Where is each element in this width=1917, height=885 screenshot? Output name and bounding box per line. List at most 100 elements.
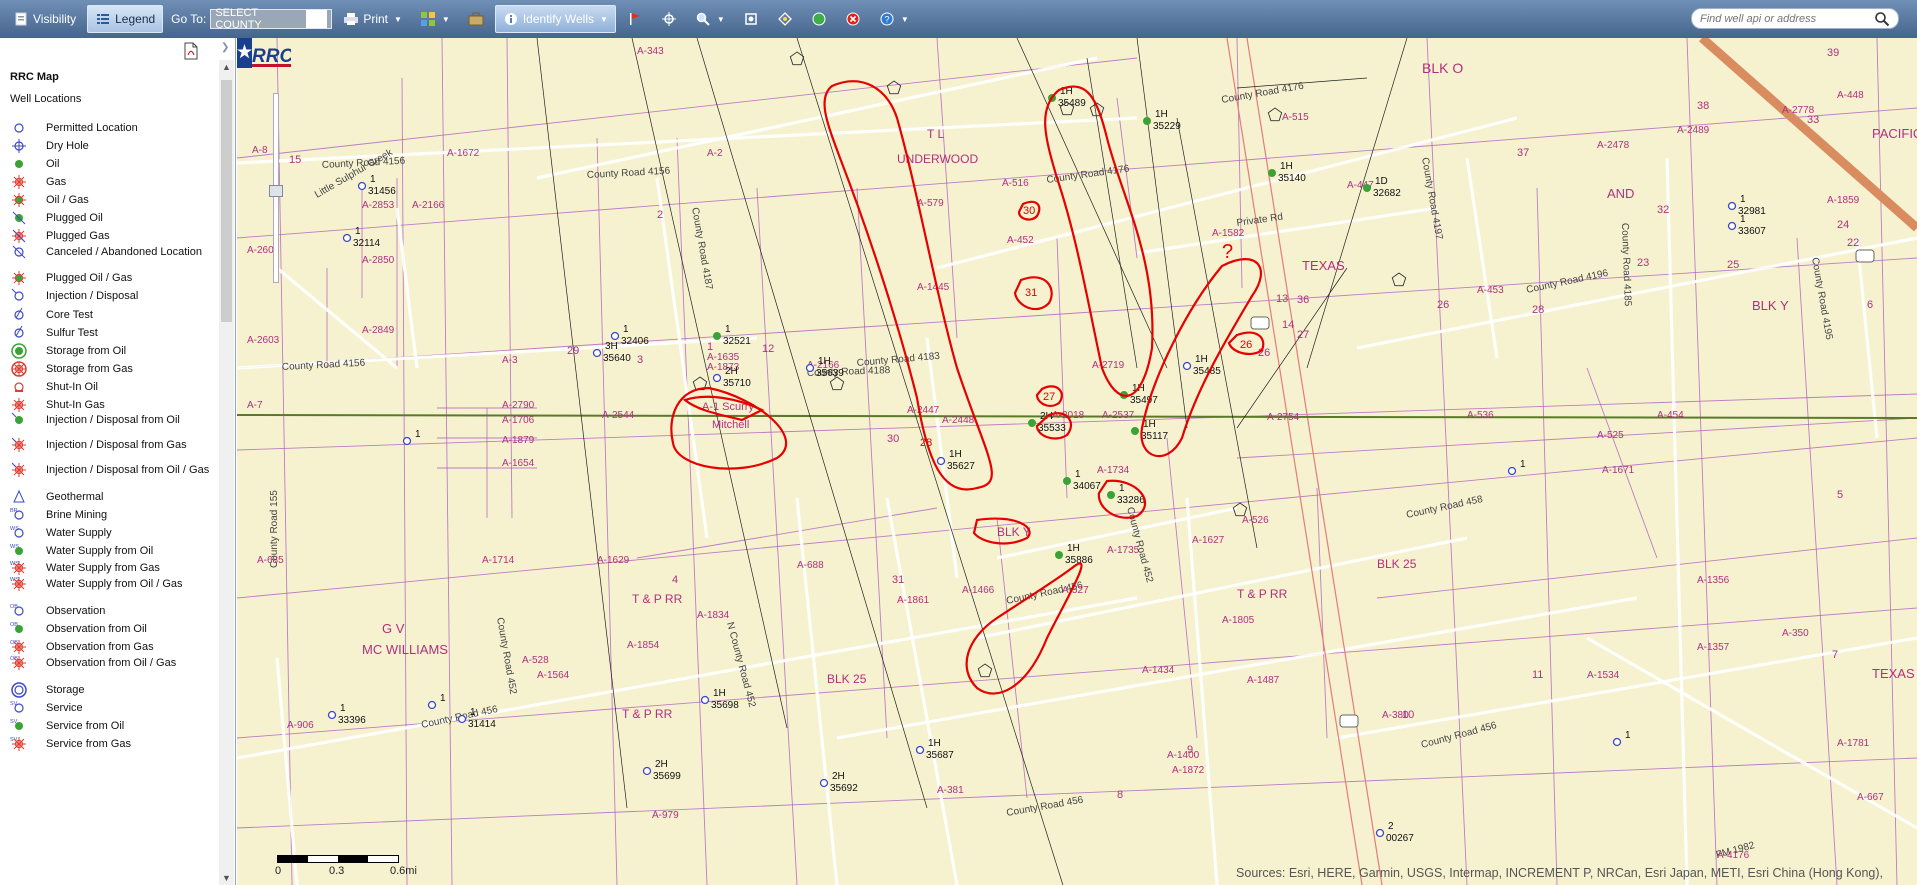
well-label: 1 — [1075, 469, 1081, 480]
well-label: 3H — [605, 341, 618, 352]
zoom-button[interactable]: ▼ — [688, 5, 732, 33]
locate-button[interactable] — [770, 5, 800, 33]
section-number: 26 — [1258, 347, 1270, 359]
well-label: 1H — [818, 356, 831, 367]
visibility-button[interactable]: Visibility — [6, 5, 83, 33]
clear-button[interactable] — [838, 5, 868, 33]
permitted-well-marker — [457, 714, 467, 724]
permitted-well-marker — [1612, 737, 1622, 747]
observation-icon: OB — [10, 602, 28, 620]
survey-label: A-343 — [637, 46, 664, 57]
legend-scrollbar-thumb[interactable] — [221, 80, 232, 322]
legend-item-label: Plugged Oil — [46, 212, 103, 224]
storage-oil-icon — [10, 342, 28, 360]
red-annotation-text: 31 — [1025, 287, 1037, 299]
section-number: 25 — [1727, 259, 1739, 271]
section-number: 32 — [1657, 204, 1669, 216]
survey-label: A-7 — [247, 400, 263, 411]
survey-label: A-515 — [1282, 112, 1309, 123]
road — [1185, 497, 1219, 885]
legend-item-label: Permitted Location — [46, 122, 138, 134]
flag-button[interactable] — [620, 5, 650, 33]
well-label: 2H — [655, 759, 668, 770]
collapse-panel-icon[interactable]: ❯ — [221, 42, 229, 53]
map-view[interactable]: 39 38 37 33 32 24 23 25 26 28 29 30 31 36 27 26 13 14 6 5 4 3… — [237, 38, 1917, 885]
well-api-number: 35533 — [1038, 423, 1066, 434]
well-search-input[interactable] — [1700, 12, 1874, 25]
zoom-slider[interactable] — [269, 93, 283, 283]
scroll-down-icon[interactable]: ▼ — [222, 873, 231, 883]
print-label: Print — [363, 12, 388, 26]
section-number: 26 — [1437, 299, 1449, 311]
oil-well-marker — [713, 332, 721, 340]
well-label: 1D — [1375, 176, 1388, 187]
well-api-number: 35140 — [1278, 173, 1306, 184]
print-button[interactable]: Print ▼ — [336, 5, 409, 33]
area-label: PACIFIC — [1872, 126, 1917, 141]
tools-button[interactable] — [461, 5, 491, 33]
highway-red — [1226, 38, 1363, 885]
well-label: 1H — [1280, 161, 1293, 172]
legend-item-label: Service — [46, 702, 83, 714]
map-canvas[interactable]: 39383733322423 2526 2829303136272613146543… — [237, 38, 1917, 885]
survey-label: A-381 — [937, 785, 964, 796]
road — [1665, 157, 1689, 885]
survey-line — [506, 38, 513, 519]
section-number: 5 — [1837, 489, 1843, 501]
road — [275, 266, 399, 370]
help-button[interactable]: ? ▼ — [872, 5, 916, 33]
full-extent-button[interactable] — [736, 5, 766, 33]
well-label: 2H — [832, 771, 845, 782]
oil-well-marker — [1143, 117, 1151, 125]
basemap-button[interactable]: ▼ — [413, 5, 457, 33]
survey-label: A-1357 — [1697, 642, 1730, 653]
survey-label: A-2478 — [1597, 140, 1630, 151]
legend-scrollbar[interactable]: ▲ ▼ — [219, 60, 234, 885]
permitted-well-marker — [1182, 361, 1192, 371]
well-search[interactable] — [1691, 8, 1899, 29]
section-number: 28 — [1532, 304, 1544, 316]
well-label: 1 — [440, 693, 446, 704]
oil-icon — [10, 155, 28, 173]
well-label: 1 — [1740, 194, 1746, 205]
geothermal-icon — [10, 488, 28, 506]
legend-item-label: Plugged Oil / Gas — [46, 272, 133, 284]
identify-wells-button[interactable]: Identify Wells ▼ — [494, 5, 616, 33]
permitted-well-marker — [1375, 828, 1385, 838]
survey-label: A-1445 — [917, 282, 950, 293]
search-icon[interactable] — [1874, 11, 1890, 27]
section-number: 22 — [1847, 237, 1859, 249]
svg-text:SV: SV — [10, 701, 18, 707]
oil-well-marker — [1131, 427, 1139, 435]
legend-icon — [95, 11, 111, 27]
well-api-number: 32521 — [723, 336, 751, 347]
legend-button[interactable]: Legend — [87, 5, 164, 33]
survey-line — [596, 137, 618, 885]
permitted-well-marker — [712, 373, 722, 383]
legend-item-label: Storage from Gas — [46, 363, 133, 375]
section-number: 3 — [637, 354, 643, 366]
shut-in-oil-icon — [10, 378, 28, 396]
well-pad-marker — [1267, 107, 1283, 122]
well-api-number: 35489 — [1058, 98, 1086, 109]
survey-label: A-350 — [1782, 628, 1809, 639]
area-label: AND — [1607, 186, 1634, 201]
road-label: County Road 4183 — [856, 351, 940, 369]
brine-mining-icon: BR — [10, 506, 28, 524]
scroll-up-icon[interactable]: ▲ — [222, 62, 231, 72]
survey-label: A-906 — [287, 720, 314, 731]
well-label: 1H — [1155, 109, 1168, 120]
survey-line — [936, 38, 958, 339]
refresh-button[interactable] — [804, 5, 834, 33]
legend-item-label: Shut-In Oil — [46, 381, 98, 393]
pdf-icon[interactable] — [183, 42, 199, 60]
legend-content: RRC Map Well Locations Permitted Locatio… — [0, 38, 219, 885]
help-icon: ? — [879, 11, 895, 27]
section-number: 13 — [1276, 293, 1288, 305]
crosshair-button[interactable] — [654, 5, 684, 33]
legend-item-label: Dry Hole — [46, 140, 89, 152]
county-select[interactable]: SELECT COUNTY — [210, 7, 333, 31]
road — [1136, 206, 1438, 255]
zoom-slider-thumb[interactable] — [269, 185, 283, 197]
storage-gas-icon — [10, 360, 28, 378]
